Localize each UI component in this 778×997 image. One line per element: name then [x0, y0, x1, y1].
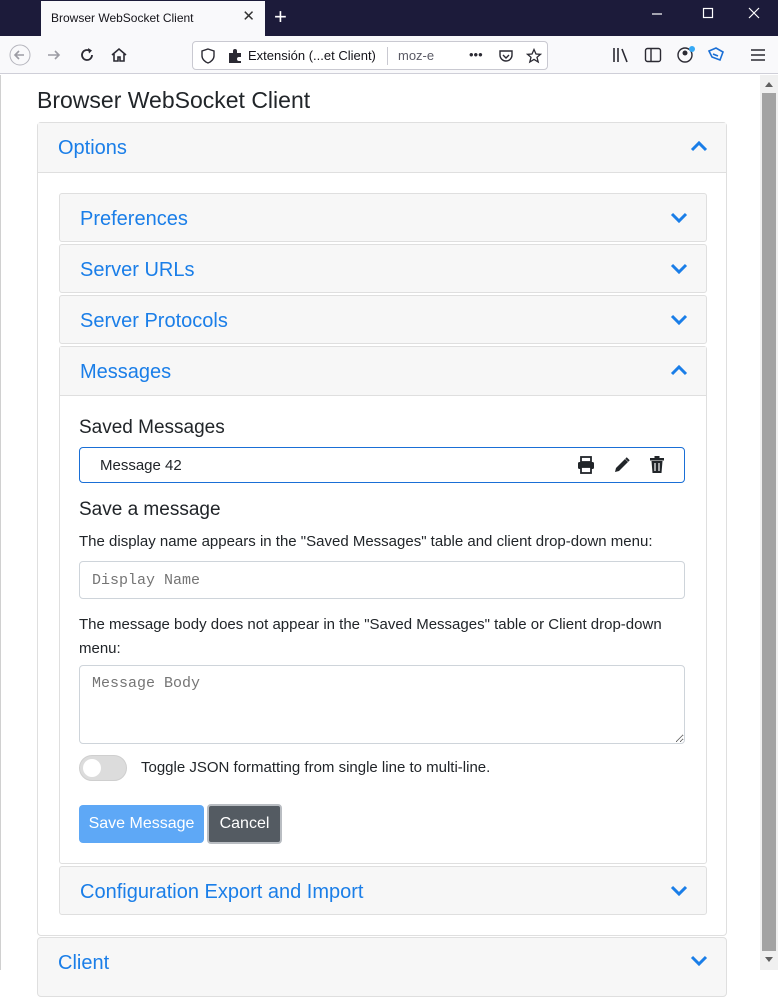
home-button[interactable]: [106, 42, 132, 68]
saved-message-row[interactable]: Message 42: [79, 447, 685, 483]
close-icon: [748, 7, 760, 19]
chevron-up-icon[interactable]: [690, 140, 708, 152]
saved-message-name: Message 42: [100, 457, 182, 474]
accordion-config-export-import[interactable]: Configuration Export and Import: [59, 866, 707, 915]
maximize-button[interactable]: [702, 6, 714, 23]
reload-button[interactable]: [74, 42, 100, 68]
json-format-toggle[interactable]: [79, 755, 127, 781]
browser-tabstrip: Browser WebSocket Client ✕ +: [0, 0, 778, 36]
scrollbar-thumb[interactable]: [762, 93, 776, 951]
print-icon[interactable]: [577, 456, 595, 474]
url-text: moz-e: [398, 48, 435, 63]
accordion-preferences[interactable]: Preferences: [59, 193, 707, 242]
url-separator: [387, 47, 388, 65]
page-scrollbar[interactable]: [760, 75, 778, 970]
sidebar-icon[interactable]: [644, 46, 662, 64]
save-message-heading: Save a message: [79, 499, 221, 520]
shield-icon: [201, 48, 215, 64]
url-bar[interactable]: Extensión (...et Client) moz-e •••: [192, 41, 548, 70]
message-body-input[interactable]: [79, 665, 685, 744]
messages-header[interactable]: Messages: [60, 347, 706, 396]
accordion-server-urls[interactable]: Server URLs: [59, 244, 707, 293]
client-card[interactable]: Client: [37, 937, 727, 997]
edit-pencil-icon[interactable]: [613, 456, 631, 474]
json-format-toggle-label: Toggle JSON formatting from single line …: [141, 759, 491, 776]
chevron-up-icon[interactable]: [670, 364, 688, 376]
config-export-label: Configuration Export and Import: [80, 881, 364, 903]
chevron-down-icon[interactable]: [670, 262, 688, 274]
options-header[interactable]: Options: [38, 123, 726, 173]
url-extension-label: Extensión (...et Client): [248, 48, 376, 63]
preferences-label: Preferences: [80, 208, 188, 230]
browser-navbar: Extensión (...et Client) moz-e •••: [0, 36, 778, 74]
back-button[interactable]: [7, 42, 33, 68]
scroll-up-arrow-icon: [765, 82, 773, 87]
page-actions-icon[interactable]: •••: [469, 47, 483, 62]
page-content: Browser WebSocket Client Options Prefere…: [0, 75, 760, 997]
page-title: Browser WebSocket Client: [37, 87, 311, 113]
menu-icon[interactable]: [749, 46, 767, 64]
options-header-label: Options: [58, 137, 127, 159]
maximize-icon: [702, 7, 714, 19]
display-name-help: The display name appears in the "Saved M…: [79, 533, 653, 550]
chevron-down-icon[interactable]: [670, 211, 688, 223]
chevron-down-icon[interactable]: [690, 954, 708, 966]
new-tab-button[interactable]: +: [274, 4, 287, 30]
account-icon[interactable]: [676, 45, 696, 63]
server-protocols-label: Server Protocols: [80, 310, 228, 332]
minimize-button[interactable]: [651, 6, 663, 23]
back-arrow-icon: [9, 44, 31, 66]
tab-close-icon[interactable]: ✕: [242, 9, 255, 24]
server-urls-label: Server URLs: [80, 259, 195, 281]
scroll-down-arrow-icon: [765, 957, 773, 962]
saved-messages-heading: Saved Messages: [79, 417, 225, 438]
display-name-input[interactable]: [79, 561, 685, 599]
forward-button[interactable]: [41, 42, 67, 68]
client-header-label: Client: [58, 952, 110, 974]
tab-title: Browser WebSocket Client: [51, 11, 194, 25]
save-message-button[interactable]: Save Message: [79, 805, 204, 843]
library-icon[interactable]: [612, 46, 630, 64]
close-window-button[interactable]: [748, 6, 760, 23]
message-body-help: The message body does not appear in the …: [79, 616, 662, 657]
extension-icon[interactable]: [707, 45, 727, 63]
cancel-button[interactable]: Cancel: [207, 804, 282, 844]
pocket-icon[interactable]: [498, 48, 514, 64]
messages-label: Messages: [80, 361, 172, 383]
accordion-server-protocols[interactable]: Server Protocols: [59, 295, 707, 344]
trash-icon[interactable]: [649, 456, 665, 474]
bookmark-star-icon[interactable]: [526, 48, 542, 64]
minimize-icon: [652, 13, 662, 15]
reload-icon: [81, 48, 93, 61]
home-icon: [111, 47, 127, 62]
chevron-down-icon[interactable]: [670, 884, 688, 896]
chevron-down-icon[interactable]: [670, 313, 688, 325]
puzzle-icon: [229, 49, 241, 63]
toggle-knob: [83, 759, 101, 777]
forward-arrow-icon: [48, 50, 61, 60]
browser-tab[interactable]: Browser WebSocket Client ✕: [41, 1, 265, 36]
